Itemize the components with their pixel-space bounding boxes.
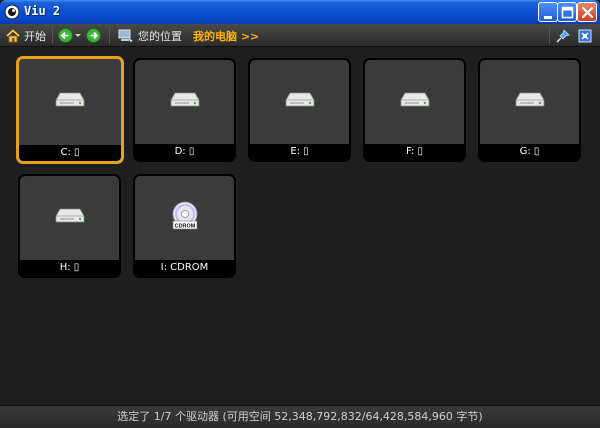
drive-tile-g[interactable]: G: ▯ [478, 58, 581, 162]
drive-label: C: ▯ [19, 145, 121, 161]
hard-drive-icon [55, 208, 84, 223]
computer-icon [118, 29, 133, 42]
hard-drive-icon [400, 92, 429, 107]
back-button[interactable] [58, 24, 73, 47]
hard-drive-icon [170, 92, 199, 107]
window-title: Viu 2 [24, 4, 61, 18]
close-icon [581, 6, 594, 19]
drive-label: E: ▯ [250, 144, 349, 160]
drive-tile-d[interactable]: D: ▯ [133, 58, 236, 162]
pin-button[interactable] [556, 24, 570, 47]
start-label: 开始 [24, 29, 46, 43]
breadcrumb[interactable]: 我的电脑 >> [193, 24, 259, 47]
view-mode-icon [578, 29, 592, 42]
drive-tile-e[interactable]: E: ▯ [248, 58, 351, 162]
breadcrumb-my-computer[interactable]: 我的电脑 >> [193, 28, 259, 44]
toolbar-separator [52, 27, 53, 44]
pin-icon [556, 28, 570, 42]
start-button[interactable]: 开始 [6, 24, 46, 47]
view-mode-button[interactable] [578, 24, 592, 47]
maximize-button[interactable] [557, 2, 577, 22]
location-button[interactable]: 您的位置 [118, 24, 182, 47]
drive-label: H: ▯ [20, 260, 119, 276]
drive-tile-i-cdrom[interactable]: CDROM I: CDROM [133, 174, 236, 278]
cd-icon: CDROM [172, 201, 197, 230]
hard-drive-icon [515, 92, 544, 107]
title-bar[interactable]: Viu 2 [0, 0, 600, 24]
drive-label: I: CDROM [135, 260, 234, 276]
minimize-button[interactable] [538, 2, 558, 22]
maximize-icon [561, 6, 574, 19]
forward-arrow-icon [86, 28, 101, 43]
drive-grid: C: ▯ D: ▯ E: ▯ F: ▯ G: ▯ H: ▯ CDROM I: C… [0, 47, 600, 405]
cd-badge-text: CDROM [174, 224, 195, 230]
toolbar: 开始 您的位置 我的电脑 >> [0, 24, 600, 47]
drive-label: D: ▯ [135, 144, 234, 160]
drive-tile-f[interactable]: F: ▯ [363, 58, 466, 162]
chevron-down-icon [75, 33, 81, 37]
toolbar-separator [549, 27, 550, 44]
forward-button[interactable] [86, 24, 101, 47]
back-arrow-icon [58, 28, 73, 43]
drive-label: F: ▯ [365, 144, 464, 160]
close-button[interactable] [577, 2, 597, 22]
history-dropdown[interactable] [75, 24, 81, 47]
home-icon [6, 28, 20, 42]
toolbar-separator [109, 27, 110, 44]
drive-tile-c[interactable]: C: ▯ [16, 56, 124, 164]
hard-drive-icon [285, 92, 314, 107]
app-icon [4, 4, 20, 20]
location-label: 您的位置 [138, 29, 182, 43]
hard-drive-icon [55, 92, 85, 107]
minimize-icon [544, 16, 552, 19]
drive-label: G: ▯ [480, 144, 579, 160]
status-bar: 选定了 1/7 个驱动器 (可用空间 52,348,792,832/64,428… [0, 405, 600, 428]
drive-tile-h[interactable]: H: ▯ [18, 174, 121, 278]
